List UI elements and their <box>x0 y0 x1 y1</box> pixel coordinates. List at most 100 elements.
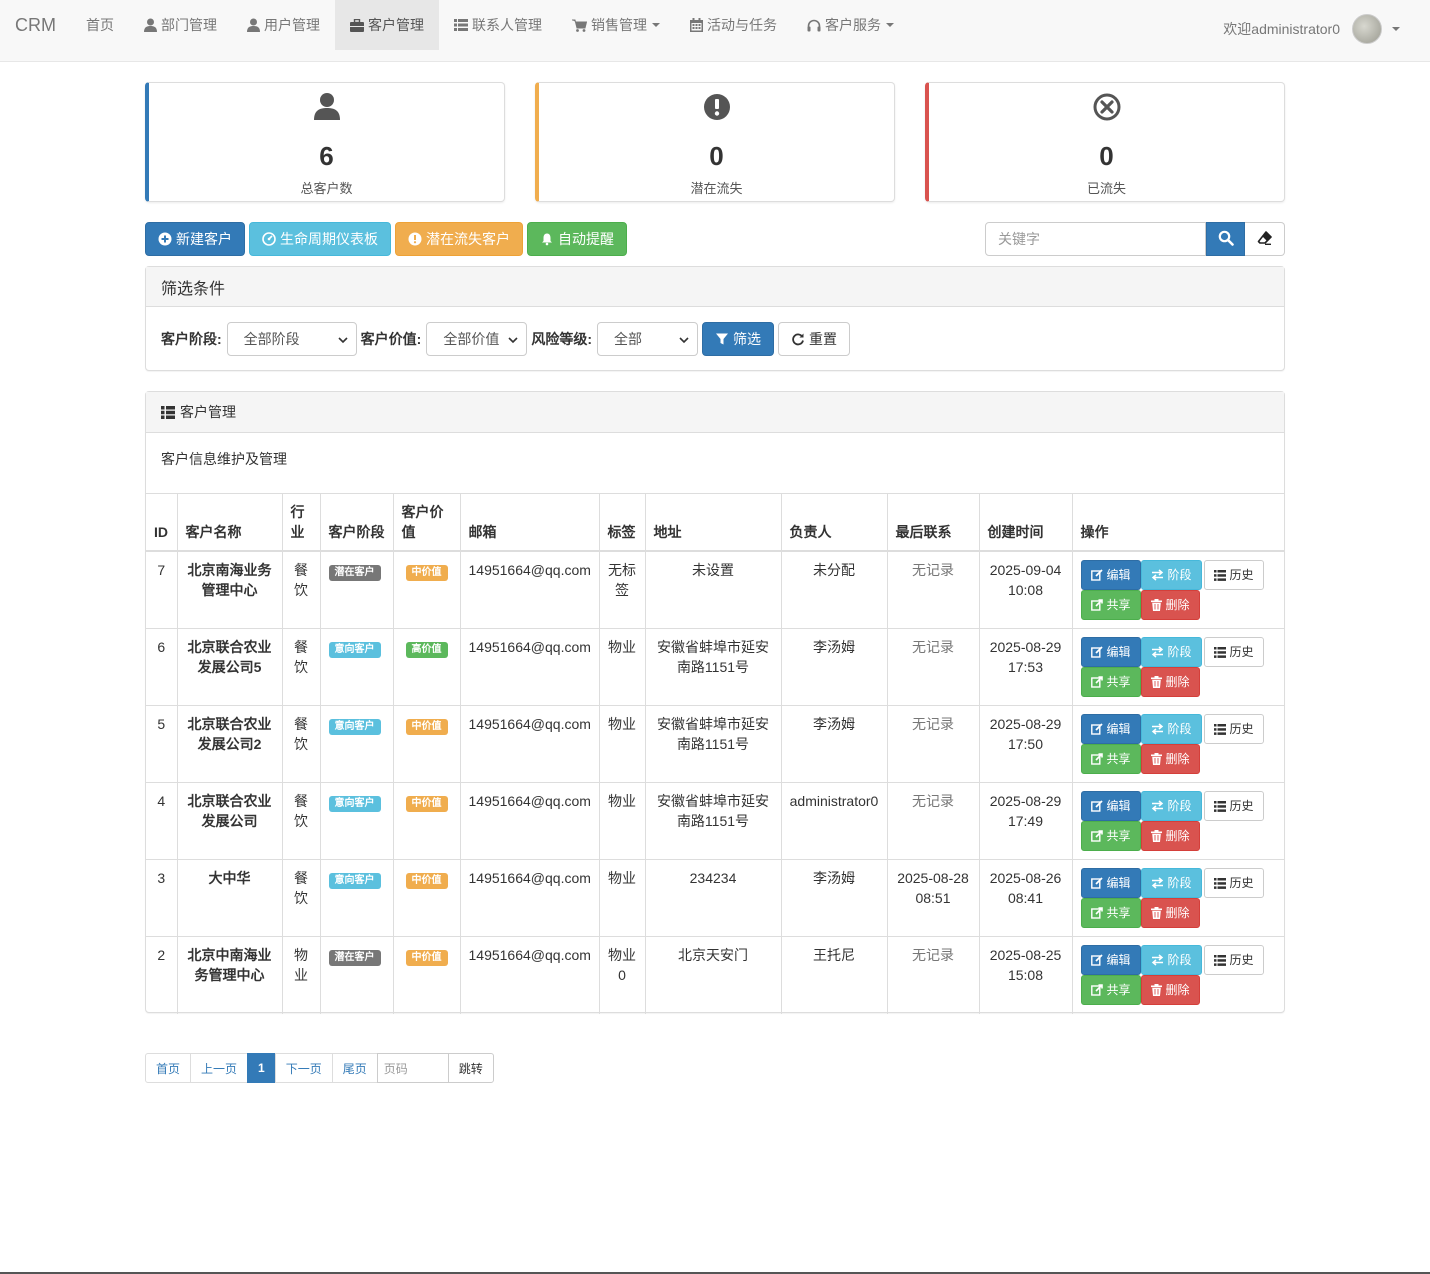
user-menu[interactable]: 欢迎administrator0 <box>1223 14 1400 44</box>
stage-button[interactable]: 阶段 <box>1140 637 1202 667</box>
cell-customer-name[interactable]: 北京联合农业发展公司5 <box>176 628 282 706</box>
edit-button[interactable]: 编辑 <box>1080 560 1141 590</box>
delete-button-label: 删除 <box>1165 598 1190 612</box>
cell-customer-name[interactable]: 北京南海业务管理中心 <box>176 550 282 629</box>
history-list-icon <box>1213 954 1226 966</box>
main-nav: 首页 部门管理 用户管理 客户管理 联系人管理 销售管理 活动与任务 客户服务 <box>71 0 909 61</box>
edit-icon <box>1090 954 1103 966</box>
cell-customer-name[interactable]: 北京联合农业发展公司2 <box>176 705 282 783</box>
history-list-icon <box>1213 723 1226 735</box>
history-button[interactable]: 历史 <box>1203 560 1264 590</box>
cell-customer-name[interactable]: 北京联合农业发展公司 <box>176 782 282 860</box>
share-icon <box>1090 984 1103 996</box>
nav-item-6[interactable]: 活动与任务 <box>675 0 792 50</box>
edit-button[interactable]: 编辑 <box>1080 945 1141 975</box>
cell-tag: 物业 <box>598 705 645 783</box>
delete-button[interactable]: 删除 <box>1140 667 1200 697</box>
share-button-label: 共享 <box>1106 906 1131 920</box>
brand-logo[interactable]: CRM <box>0 0 71 50</box>
share-button[interactable]: 共享 <box>1080 744 1141 774</box>
stage-button[interactable]: 阶段 <box>1140 714 1202 744</box>
new-customer-button[interactable]: 新建客户 <box>145 222 245 256</box>
value-badge: 中价值 <box>405 950 448 966</box>
edit-button-label: 编辑 <box>1106 799 1131 813</box>
action-row: 编辑 阶段 历史 <box>1080 868 1264 898</box>
share-button[interactable]: 共享 <box>1080 667 1141 697</box>
history-button[interactable]: 历史 <box>1203 868 1264 898</box>
history-button[interactable]: 历史 <box>1203 791 1264 821</box>
nav-item-1[interactable]: 部门管理 <box>129 0 232 50</box>
auto-reminder-button[interactable]: 自动提醒 <box>527 222 627 256</box>
share-button[interactable]: 共享 <box>1080 821 1141 851</box>
share-icon <box>1090 907 1103 919</box>
column-header: 地址 <box>644 494 781 552</box>
history-button-label: 历史 <box>1229 799 1254 813</box>
stage-select[interactable]: 全部阶段 <box>226 322 357 356</box>
edit-button[interactable]: 编辑 <box>1080 791 1141 821</box>
delete-button[interactable]: 删除 <box>1140 744 1200 774</box>
stage-button[interactable]: 阶段 <box>1140 868 1202 898</box>
delete-button[interactable]: 删除 <box>1140 898 1200 928</box>
history-button[interactable]: 历史 <box>1203 945 1264 975</box>
filter-button[interactable]: 筛选 <box>702 322 775 356</box>
current-page[interactable]: 1 <box>247 1053 276 1083</box>
panel-title: 客户管理 <box>180 404 236 420</box>
delete-button[interactable]: 删除 <box>1140 821 1200 851</box>
share-button[interactable]: 共享 <box>1080 898 1141 928</box>
cell-customer-name[interactable]: 大中华 <box>176 859 282 937</box>
share-button[interactable]: 共享 <box>1080 975 1141 1005</box>
jump-button[interactable]: 跳转 <box>447 1053 494 1083</box>
action-row: 编辑 阶段 历史 <box>1080 791 1264 821</box>
last-page-link[interactable]: 尾页 <box>331 1053 378 1083</box>
value-badge: 中价值 <box>405 719 448 735</box>
nav-item-5[interactable]: 销售管理 <box>557 0 675 50</box>
search-button[interactable] <box>1206 222 1245 256</box>
delete-button[interactable]: 删除 <box>1140 590 1200 620</box>
filter-panel: 筛选条件 客户阶段: 全部阶段 客户价值: 全部价值 风险等级: 全部 筛选 重… <box>145 266 1285 371</box>
history-button[interactable]: 历史 <box>1203 714 1264 744</box>
reset-button-label: 重置 <box>809 331 838 347</box>
stage-button-label: 阶段 <box>1167 722 1192 736</box>
edit-button[interactable]: 编辑 <box>1080 868 1141 898</box>
cell-owner: 未分配 <box>780 550 887 629</box>
cell-industry: 物业 <box>281 936 320 1014</box>
keyword-input[interactable] <box>985 222 1206 256</box>
next-page-link[interactable]: 下一页 <box>274 1053 333 1083</box>
cell-industry: 餐饮 <box>281 782 320 860</box>
stat-value: 0 <box>709 141 724 171</box>
avatar[interactable] <box>1352 14 1382 44</box>
stage-button[interactable]: 阶段 <box>1140 945 1202 975</box>
delete-button-label: 删除 <box>1165 983 1190 997</box>
stage-button[interactable]: 阶段 <box>1140 560 1202 590</box>
cell-actions: 编辑 阶段 历史共享 删除 <box>1071 628 1284 706</box>
potential-churn-button[interactable]: 潜在流失客户 <box>395 222 523 256</box>
cell-customer-name[interactable]: 北京中南海业务管理中心 <box>176 936 282 1014</box>
reset-button[interactable]: 重置 <box>778 322 851 356</box>
stat-label: 已流失 <box>1086 181 1126 196</box>
edit-button-label: 编辑 <box>1106 722 1131 736</box>
nav-item-3[interactable]: 客户管理 <box>335 0 439 50</box>
first-page-link[interactable]: 首页 <box>145 1053 192 1083</box>
nav-item-2[interactable]: 用户管理 <box>232 0 335 50</box>
history-button[interactable]: 历史 <box>1203 637 1264 667</box>
calendar-icon <box>690 18 703 32</box>
stage-button[interactable]: 阶段 <box>1140 791 1202 821</box>
cell-last-contact: 无记录 <box>886 782 979 860</box>
nav-item-0[interactable]: 首页 <box>71 0 129 50</box>
nav-item-4[interactable]: 联系人管理 <box>439 0 557 50</box>
keyword-search <box>985 222 1285 256</box>
lifecycle-dashboard-button[interactable]: 生命周期仪表板 <box>249 222 391 256</box>
page-number-input[interactable]: 页码 <box>376 1053 449 1083</box>
share-button[interactable]: 共享 <box>1080 590 1141 620</box>
prev-page-link[interactable]: 上一页 <box>190 1053 249 1083</box>
value-select[interactable]: 全部价值 <box>426 322 528 356</box>
edit-button[interactable]: 编辑 <box>1080 714 1141 744</box>
risk-select[interactable]: 全部 <box>597 322 699 356</box>
nav-item-7[interactable]: 客户服务 <box>792 0 909 50</box>
stat-cards: 6 总客户数 0 潜在流失 0 已流失 <box>145 82 1285 202</box>
delete-button[interactable]: 删除 <box>1140 975 1200 1005</box>
cell-email: 14951664@qq.com <box>459 550 599 629</box>
edit-button-label: 编辑 <box>1106 876 1131 890</box>
edit-button[interactable]: 编辑 <box>1080 637 1141 667</box>
clear-search-button[interactable] <box>1245 222 1285 256</box>
